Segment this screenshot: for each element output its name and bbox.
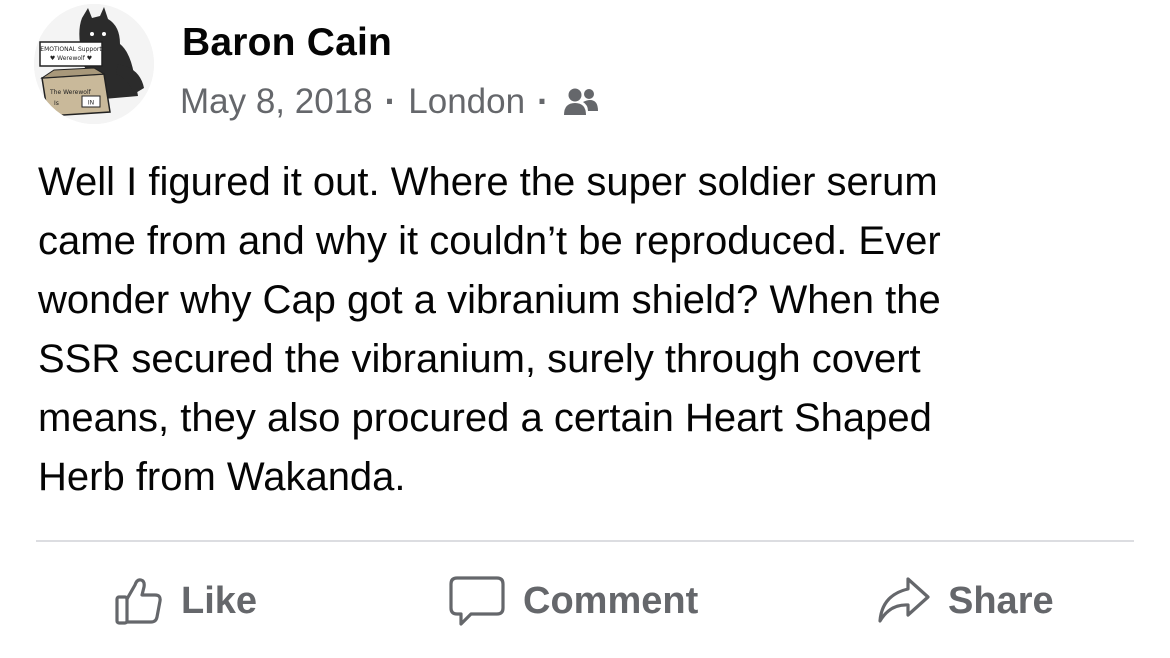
post-actions: Like Comment Share [0,560,1170,646]
meta-separator: · [537,82,549,121]
friends-icon[interactable] [563,86,599,118]
post-date[interactable]: May 8, 2018 [180,82,373,122]
share-button[interactable]: Share [876,570,1054,632]
comment-bubble-icon [447,574,507,628]
post-card: EMOTIONAL Support ♥ Werewolf ♥ The Werew… [0,0,1170,658]
like-label: Like [181,579,258,622]
avatar-box-line2: Is [54,100,59,107]
divider [36,540,1134,542]
share-label: Share [948,579,1054,622]
meta-separator: · [384,82,397,121]
comment-button[interactable]: Comment [447,570,698,632]
like-button[interactable]: Like [113,570,257,632]
werewolf-avatar-icon: EMOTIONAL Support ♥ Werewolf ♥ The Werew… [34,4,154,124]
avatar-box-tag: IN [88,100,94,107]
avatar-sign-line1: EMOTIONAL Support [40,46,102,53]
avatar-box-line1: The Werewolf [49,89,92,96]
share-arrow-icon [876,575,932,627]
post-meta: May 8, 2018 · London · [180,80,599,124]
post-body: Well I figured it out. Where the super s… [38,160,941,499]
author-name[interactable]: Baron Cain [182,19,392,67]
comment-label: Comment [523,579,699,622]
avatar-sign-line2: ♥ Werewolf ♥ [50,55,92,62]
thumbs-up-icon [113,575,165,627]
avatar[interactable]: EMOTIONAL Support ♥ Werewolf ♥ The Werew… [34,4,154,124]
post-location[interactable]: London [408,82,525,122]
